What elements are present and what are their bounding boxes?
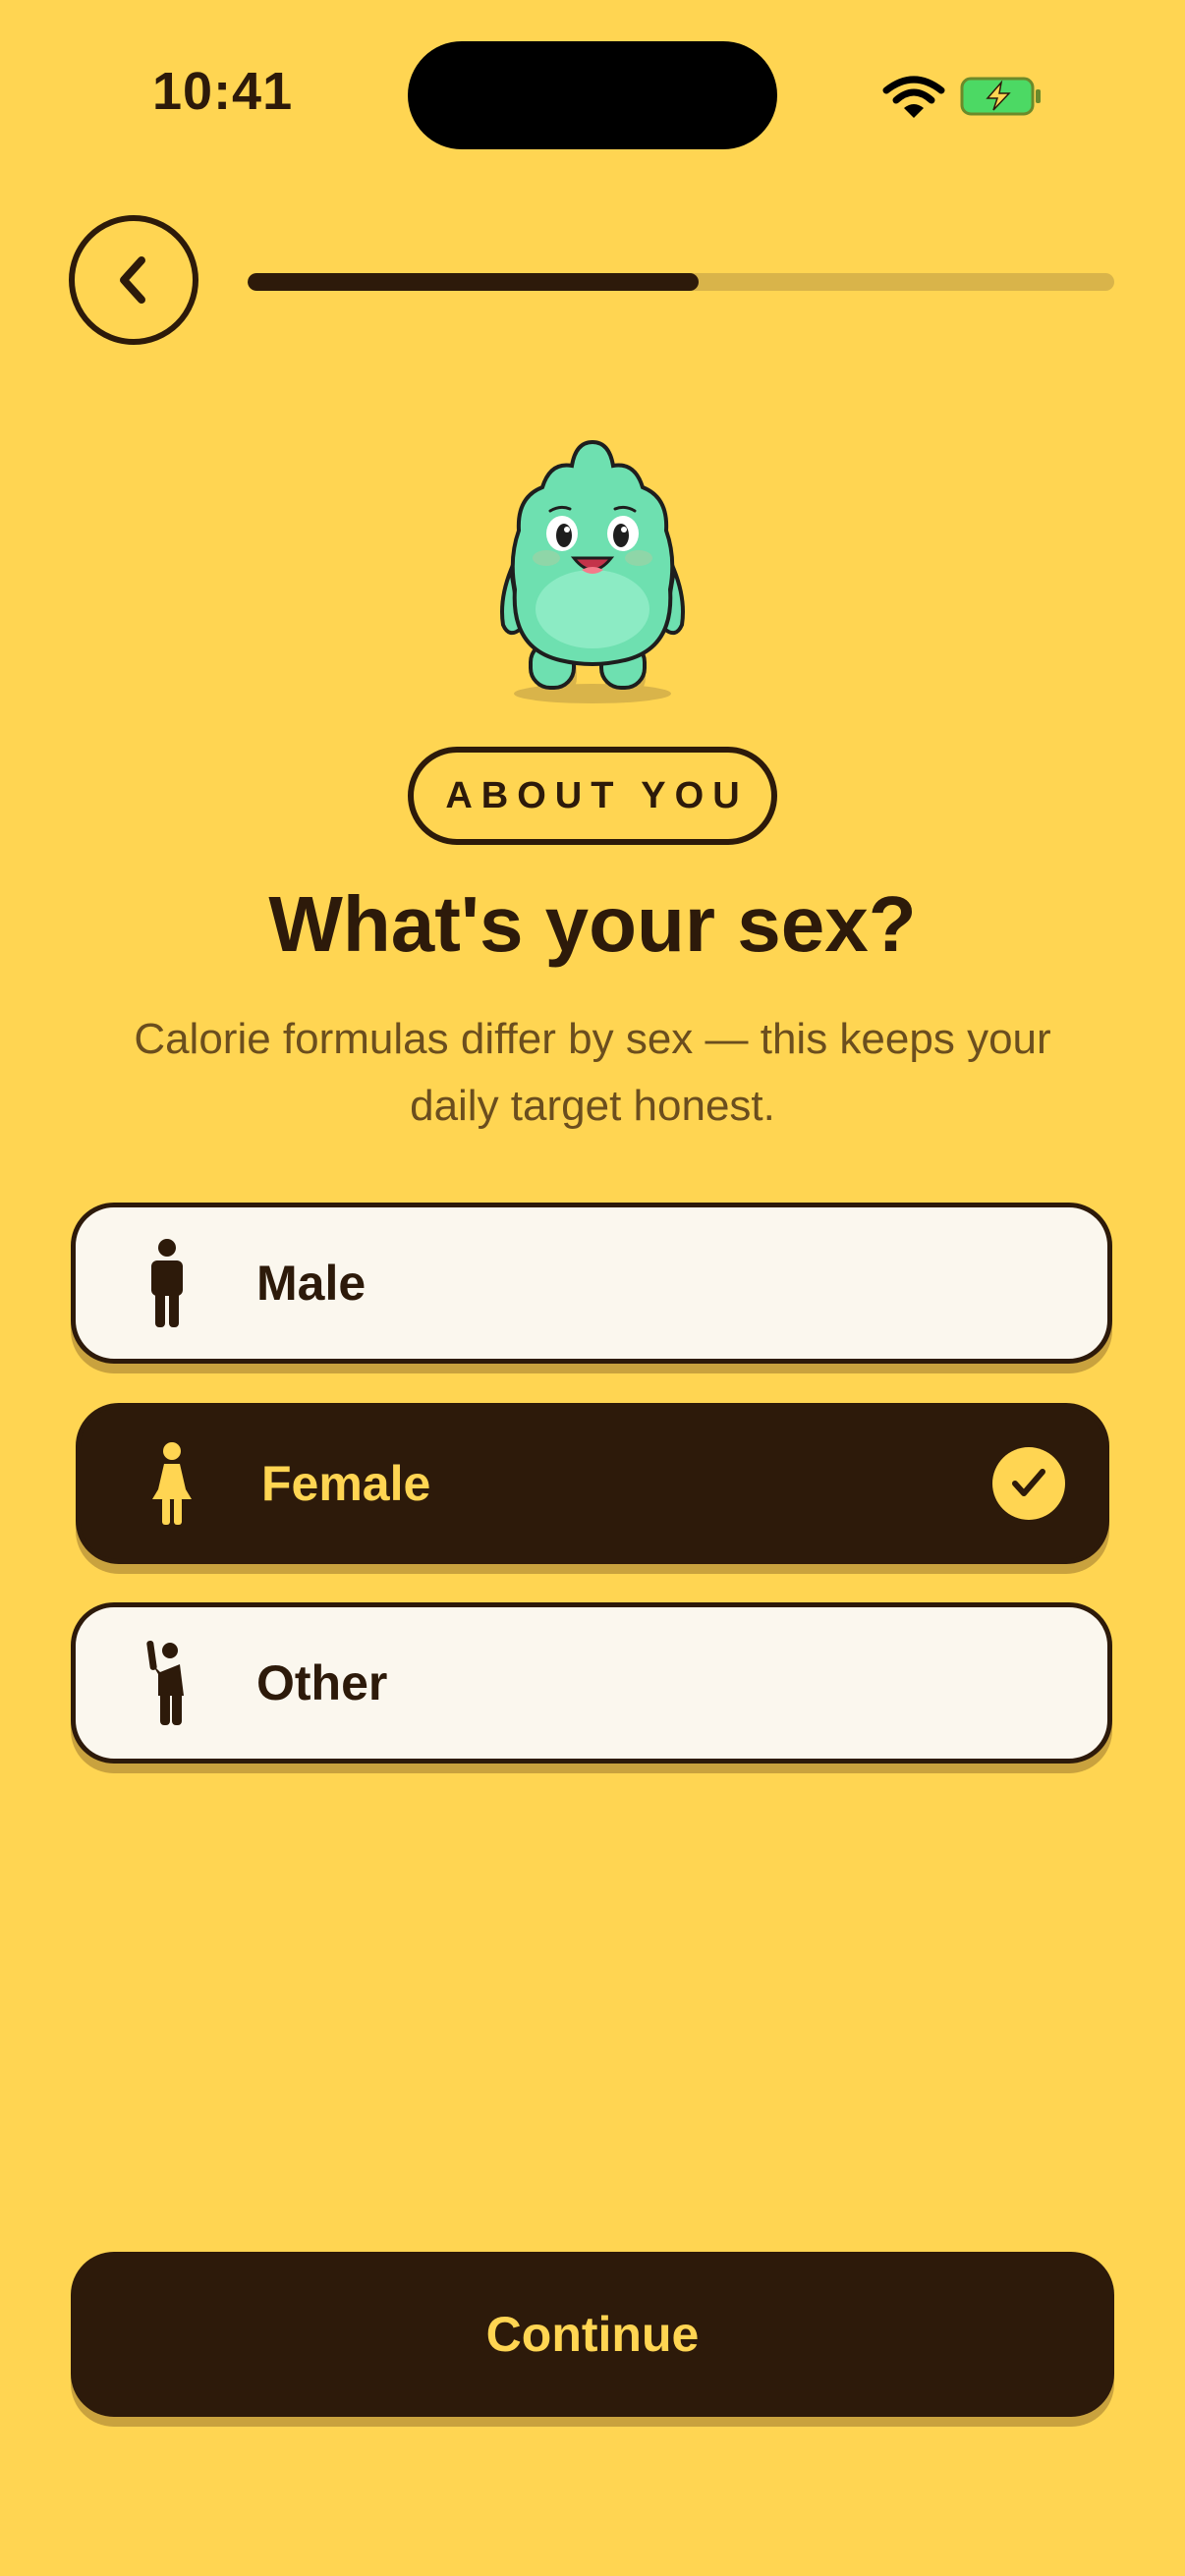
male-figure-icon	[133, 1234, 201, 1332]
progress-bar	[248, 273, 1114, 291]
chevron-left-icon	[120, 256, 145, 304]
option-label: Male	[256, 1256, 367, 1311]
check-icon	[992, 1447, 1065, 1520]
battery-charging-icon	[960, 77, 1041, 116]
option-label: Female	[261, 1456, 431, 1511]
page-title: What's your sex?	[268, 880, 917, 968]
page-subtitle: Calorie formulas differ by sex — this ke…	[134, 1015, 1051, 1130]
option-male[interactable]: Male	[71, 1203, 1112, 1364]
waving-person-icon	[133, 1634, 201, 1732]
female-figure-icon	[138, 1434, 206, 1533]
wifi-icon	[882, 76, 945, 118]
mascot-illustration	[500, 439, 685, 703]
option-other[interactable]: Other	[71, 1602, 1112, 1764]
dynamic-island	[408, 41, 777, 149]
status-time: 10:41	[152, 62, 294, 121]
section-pill: ABOUT YOU	[408, 747, 777, 845]
option-female[interactable]: Female	[76, 1403, 1109, 1564]
option-label: Other	[256, 1655, 388, 1710]
continue-button[interactable]: Continue	[71, 2252, 1114, 2417]
progress-fill	[248, 273, 699, 291]
back-button[interactable]	[69, 215, 198, 345]
